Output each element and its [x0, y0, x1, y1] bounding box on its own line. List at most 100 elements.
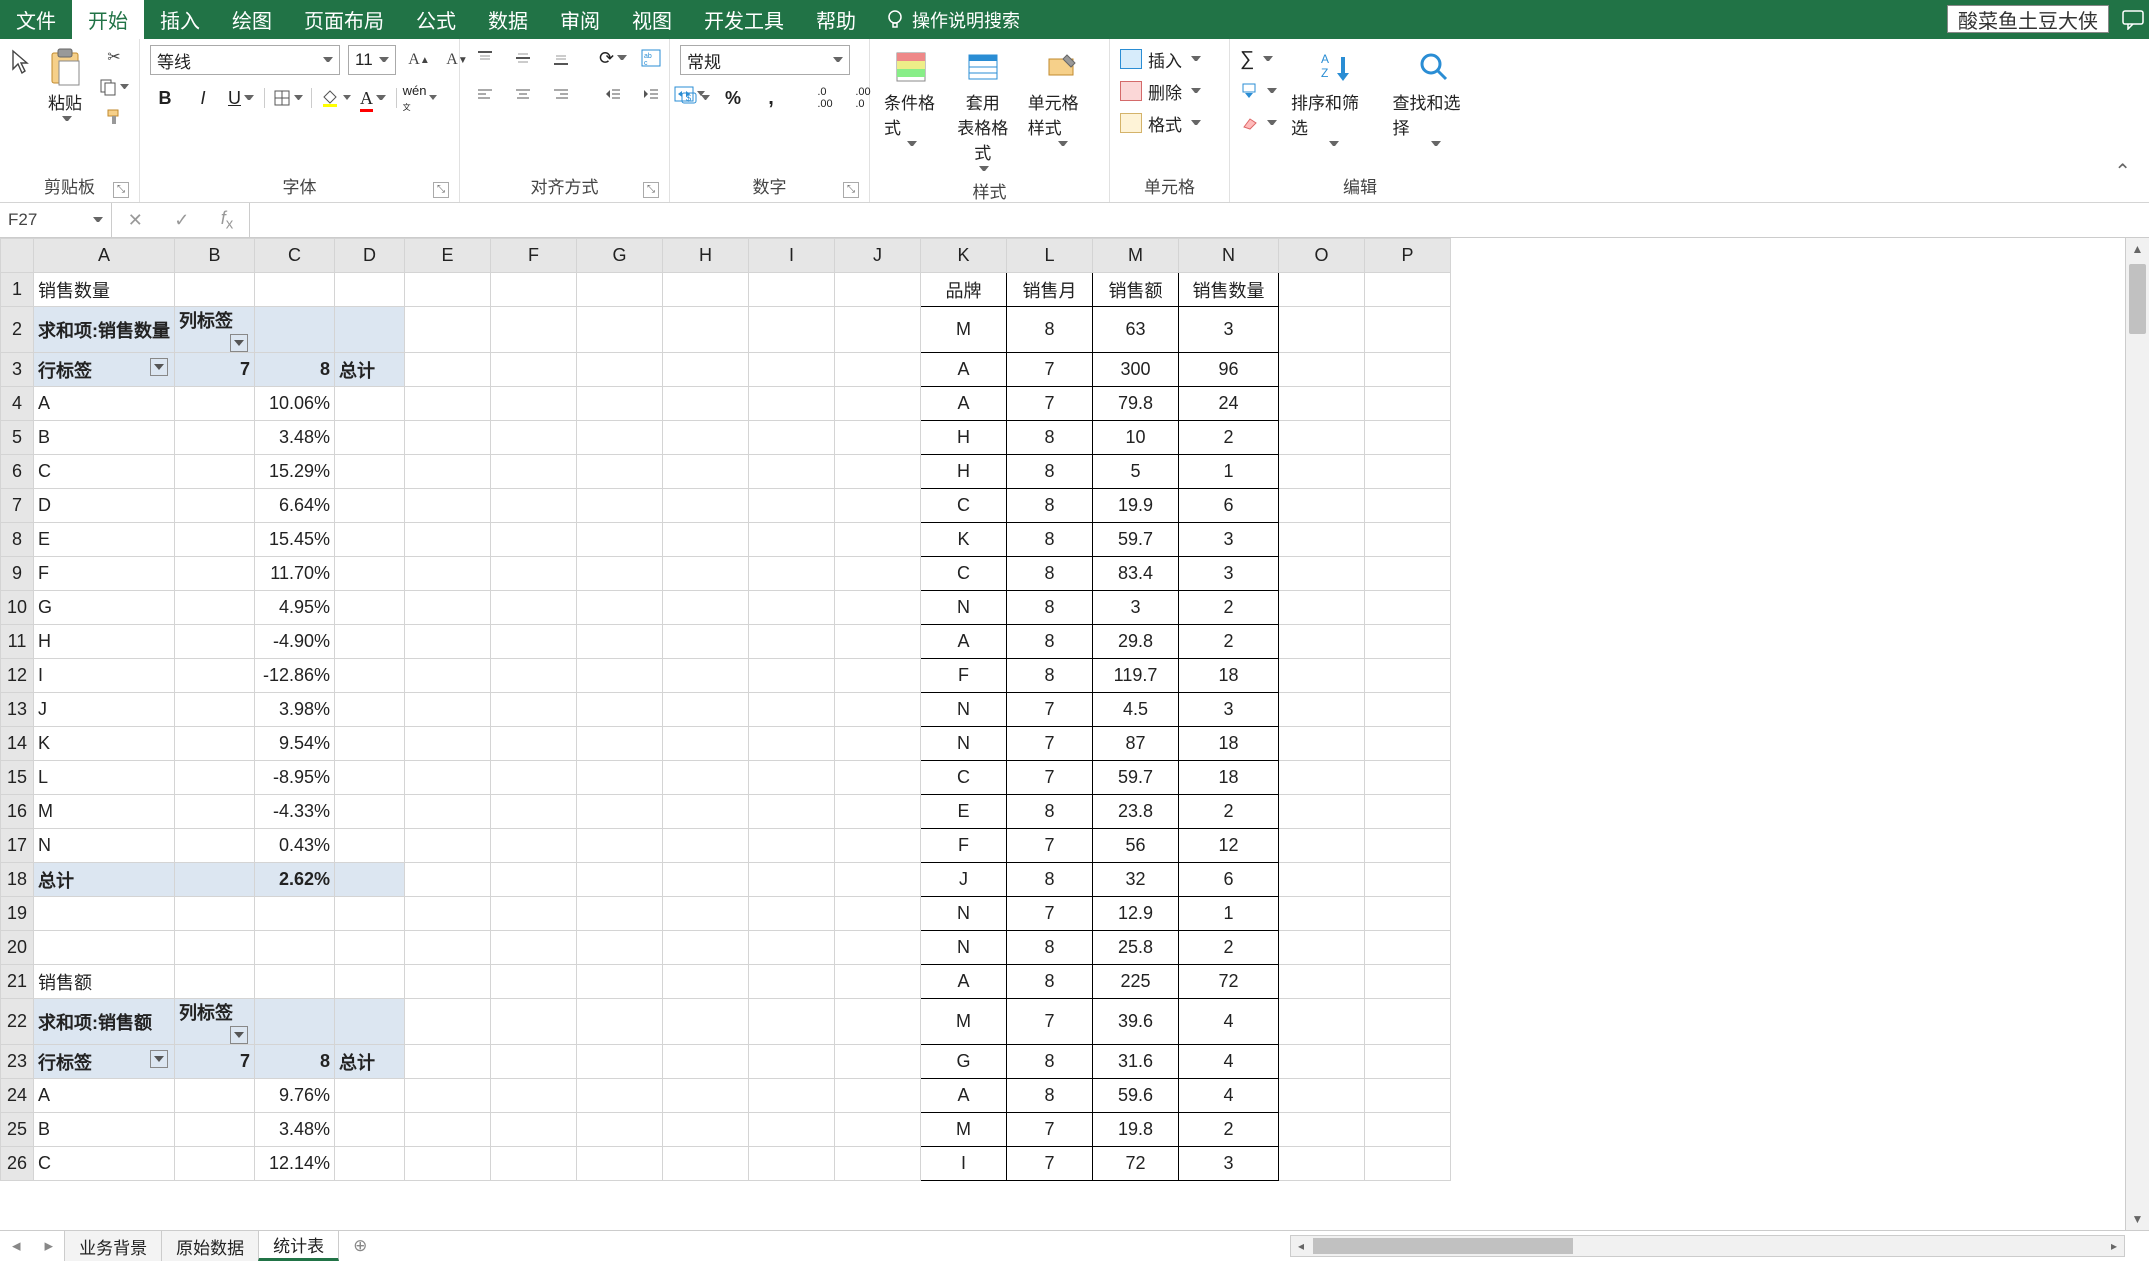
cell-C23[interactable]: 8	[255, 1045, 335, 1079]
cell-A18[interactable]: 总计	[34, 863, 175, 897]
cell-G19[interactable]	[577, 897, 663, 931]
cell-A6[interactable]: C	[34, 455, 175, 489]
cell-E15[interactable]	[405, 761, 491, 795]
cell-N11[interactable]: 2	[1179, 625, 1279, 659]
cell-L8[interactable]: 8	[1007, 523, 1093, 557]
autosum-button[interactable]: ∑	[1240, 45, 1277, 73]
cell-E2[interactable]	[405, 307, 491, 353]
find-select-button[interactable]: 查找和选择	[1389, 45, 1481, 149]
cell-J5[interactable]	[835, 421, 921, 455]
cell-B19[interactable]	[175, 897, 255, 931]
cell-F5[interactable]	[491, 421, 577, 455]
cell-O9[interactable]	[1279, 557, 1365, 591]
cell-O16[interactable]	[1279, 795, 1365, 829]
cell-J14[interactable]	[835, 727, 921, 761]
menu-tab-7[interactable]: 审阅	[544, 0, 616, 39]
cell-B9[interactable]	[175, 557, 255, 591]
cell-G2[interactable]	[577, 307, 663, 353]
cell-F7[interactable]	[491, 489, 577, 523]
cell-C3[interactable]: 8	[255, 353, 335, 387]
scroll-left-button[interactable]: ◂	[1291, 1236, 1311, 1256]
filter-dropdown-icon[interactable]	[230, 334, 248, 352]
cell-I11[interactable]	[749, 625, 835, 659]
cell-E22[interactable]	[405, 999, 491, 1045]
col-header-G[interactable]: G	[577, 239, 663, 273]
cell-I19[interactable]	[749, 897, 835, 931]
cell-L17[interactable]: 7	[1007, 829, 1093, 863]
cell-I21[interactable]	[749, 965, 835, 999]
cell-D16[interactable]	[335, 795, 405, 829]
cell-L6[interactable]: 8	[1007, 455, 1093, 489]
cell-K11[interactable]: A	[921, 625, 1007, 659]
cell-G20[interactable]	[577, 931, 663, 965]
cell-B25[interactable]	[175, 1113, 255, 1147]
cell-E1[interactable]	[405, 273, 491, 307]
menu-tab-1[interactable]: 开始	[72, 0, 144, 39]
cell-K5[interactable]: H	[921, 421, 1007, 455]
cell-I4[interactable]	[749, 387, 835, 421]
cell-H14[interactable]	[663, 727, 749, 761]
cell-N17[interactable]: 12	[1179, 829, 1279, 863]
cell-H20[interactable]	[663, 931, 749, 965]
cell-O18[interactable]	[1279, 863, 1365, 897]
cell-P1[interactable]	[1365, 273, 1451, 307]
cell-P18[interactable]	[1365, 863, 1451, 897]
cell-G10[interactable]	[577, 591, 663, 625]
cell-D3[interactable]: 总计	[335, 353, 405, 387]
cell-E4[interactable]	[405, 387, 491, 421]
cell-D5[interactable]	[335, 421, 405, 455]
cell-I1[interactable]	[749, 273, 835, 307]
cell-L9[interactable]: 8	[1007, 557, 1093, 591]
cell-P8[interactable]	[1365, 523, 1451, 557]
cell-N3[interactable]: 96	[1179, 353, 1279, 387]
cell-J15[interactable]	[835, 761, 921, 795]
cell-A25[interactable]: B	[34, 1113, 175, 1147]
cell-D10[interactable]	[335, 591, 405, 625]
cell-C21[interactable]	[255, 965, 335, 999]
cell-K4[interactable]: A	[921, 387, 1007, 421]
row-header-17[interactable]: 17	[1, 829, 34, 863]
cell-N25[interactable]: 2	[1179, 1113, 1279, 1147]
cell-B8[interactable]	[175, 523, 255, 557]
cell-A13[interactable]: J	[34, 693, 175, 727]
cell-M22[interactable]: 39.6	[1093, 999, 1179, 1045]
cell-H15[interactable]	[663, 761, 749, 795]
cell-L1[interactable]: 销售月	[1007, 273, 1093, 307]
cell-O3[interactable]	[1279, 353, 1365, 387]
accounting-format-button[interactable]: $	[680, 85, 710, 111]
cell-N16[interactable]: 2	[1179, 795, 1279, 829]
cell-J19[interactable]	[835, 897, 921, 931]
cell-L26[interactable]: 7	[1007, 1147, 1093, 1181]
cell-O19[interactable]	[1279, 897, 1365, 931]
cell-A15[interactable]: L	[34, 761, 175, 795]
cell-B15[interactable]	[175, 761, 255, 795]
cell-I6[interactable]	[749, 455, 835, 489]
cell-L10[interactable]: 8	[1007, 591, 1093, 625]
cell-N22[interactable]: 4	[1179, 999, 1279, 1045]
cell-M5[interactable]: 10	[1093, 421, 1179, 455]
cell-B13[interactable]	[175, 693, 255, 727]
cell-P23[interactable]	[1365, 1045, 1451, 1079]
cell-P6[interactable]	[1365, 455, 1451, 489]
cell-O22[interactable]	[1279, 999, 1365, 1045]
cell-G14[interactable]	[577, 727, 663, 761]
cell-H3[interactable]	[663, 353, 749, 387]
cell-B16[interactable]	[175, 795, 255, 829]
cell-H12[interactable]	[663, 659, 749, 693]
cell-E9[interactable]	[405, 557, 491, 591]
cell-D19[interactable]	[335, 897, 405, 931]
cell-B11[interactable]	[175, 625, 255, 659]
cell-D21[interactable]	[335, 965, 405, 999]
cell-G23[interactable]	[577, 1045, 663, 1079]
sort-filter-button[interactable]: AZ 排序和筛选	[1287, 45, 1379, 149]
sheet-nav-next[interactable]: ▸	[33, 1236, 66, 1256]
cell-P2[interactable]	[1365, 307, 1451, 353]
cell-L7[interactable]: 8	[1007, 489, 1093, 523]
cell-P19[interactable]	[1365, 897, 1451, 931]
scroll-up-button[interactable]: ▲	[2126, 238, 2149, 260]
col-header-N[interactable]: N	[1179, 239, 1279, 273]
cell-F25[interactable]	[491, 1113, 577, 1147]
cell-B12[interactable]	[175, 659, 255, 693]
cell-G16[interactable]	[577, 795, 663, 829]
cell-K26[interactable]: I	[921, 1147, 1007, 1181]
